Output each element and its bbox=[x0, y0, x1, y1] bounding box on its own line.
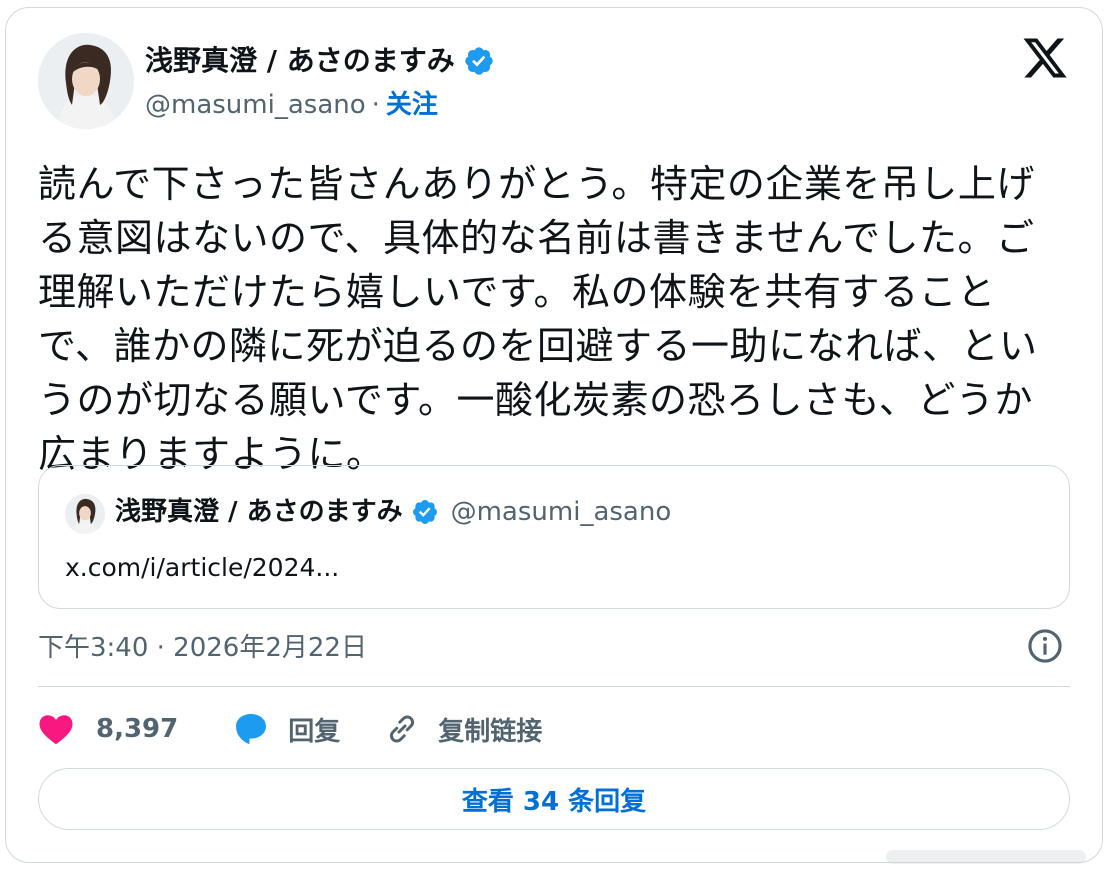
quoted-author-name: 浅野真澄 / あさのますみ bbox=[115, 497, 403, 527]
like-button[interactable]: 8,397 bbox=[38, 712, 178, 746]
info-icon[interactable] bbox=[1026, 627, 1064, 665]
author-handle[interactable]: @masumi_asano bbox=[145, 90, 366, 120]
quoted-author-row: 浅野真澄 / あさのますみ @masumi_asano bbox=[115, 492, 671, 532]
quoted-article-link[interactable]: x.com/i/article/2024... bbox=[65, 548, 339, 588]
quoted-tweet[interactable]: 浅野真澄 / あさのますみ @masumi_asano x.com/i/arti… bbox=[38, 465, 1070, 609]
author-handle-row: @masumi_asano · 关注 bbox=[145, 86, 438, 124]
separator-dot: · bbox=[371, 90, 380, 120]
reply-button[interactable]: 回复 bbox=[232, 711, 340, 748]
divider bbox=[38, 686, 1070, 687]
quoted-author-avatar bbox=[65, 494, 105, 534]
watermark bbox=[886, 850, 1086, 864]
author-avatar[interactable] bbox=[38, 33, 134, 129]
link-icon bbox=[390, 715, 415, 743]
like-count: 8,397 bbox=[96, 714, 179, 744]
x-logo-icon[interactable] bbox=[1021, 34, 1069, 82]
copy-link-label: 复制链接 bbox=[438, 716, 543, 747]
action-bar: 8,397 回复 复制链接 bbox=[38, 706, 542, 752]
verified-badge-icon bbox=[465, 47, 493, 75]
reply-label: 回复 bbox=[288, 716, 341, 747]
author-name-row: 浅野真澄 / あさのますみ bbox=[145, 40, 495, 82]
heart-icon bbox=[39, 715, 73, 745]
verified-badge-icon bbox=[412, 500, 437, 524]
quoted-author-handle: @masumi_asano bbox=[450, 497, 672, 527]
speech-bubble-icon bbox=[236, 714, 267, 745]
view-replies-button[interactable]: 查看 34 条回复 bbox=[38, 768, 1070, 830]
tweet-timestamp[interactable]: 下午3:40 · 2026年2月22日 bbox=[38, 628, 367, 668]
tweet-text: 読んで下さった皆さんありがとう。特定の企業を吊し上げる意図はないので、具体的な名… bbox=[38, 162, 1038, 476]
follow-button[interactable]: 关注 bbox=[386, 90, 438, 120]
author-name[interactable]: 浅野真澄 / あさのますみ bbox=[145, 40, 455, 82]
copy-link-button[interactable]: 复制链接 bbox=[384, 711, 542, 748]
